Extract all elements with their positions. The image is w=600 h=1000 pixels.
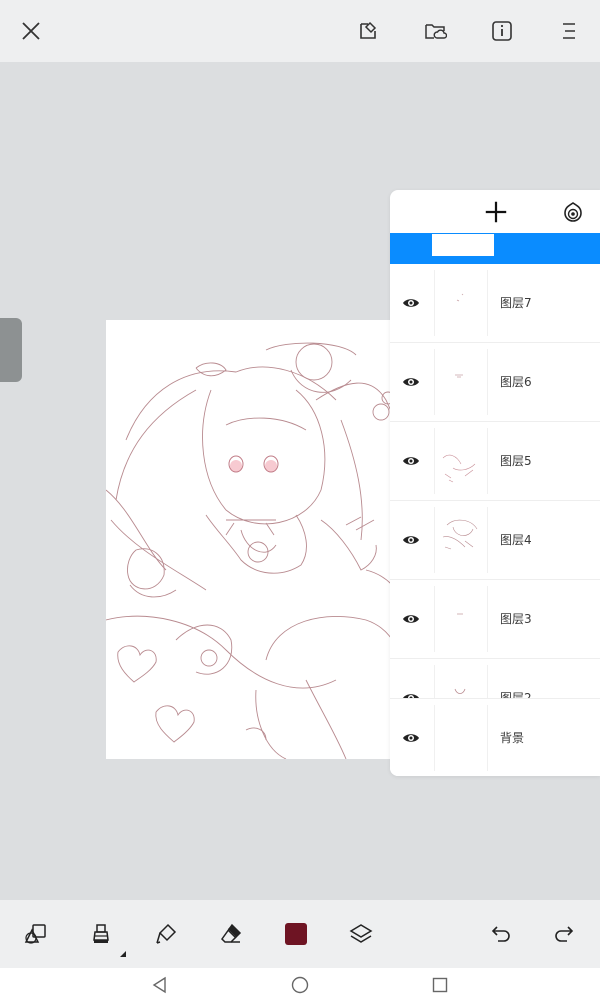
eye-icon[interactable] [402,689,420,698]
add-layer-button[interactable] [482,198,510,226]
color-swatch[interactable] [285,923,307,945]
canvas-edit-icon [360,21,377,39]
menu-icon [563,23,575,39]
brush-options-indicator [120,951,126,957]
layer-thumbnail [434,586,488,652]
layer-row-2[interactable]: 图层2 [390,659,600,698]
eye-icon[interactable] [402,452,420,470]
layer-mode-icon[interactable] [561,200,585,224]
layer-name: 图层5 [500,454,532,468]
layer-thumbnail [434,665,488,698]
selected-layer-row[interactable] [390,233,600,264]
info-icon [492,21,512,41]
layer-thumbnail [434,507,488,573]
layer-name: 背景 [500,731,525,745]
menu-button[interactable] [551,13,587,49]
layer-row-4[interactable]: 图层4 [390,501,600,580]
eraser-icon [221,923,242,943]
home-icon[interactable] [290,975,310,995]
layer-thumbnail [434,270,488,336]
undo-icon [491,926,510,942]
eye-icon[interactable] [402,729,420,747]
layer-thumbnail [432,234,494,256]
info-button[interactable] [484,13,520,49]
back-icon[interactable] [150,975,170,995]
layer-thumbnail [434,705,488,771]
redo-button[interactable] [551,921,577,947]
system-nav-bar [0,968,600,1000]
lineart-drawing [106,342,406,759]
top-bar [0,0,600,62]
plus-icon [485,201,507,223]
shapes-icon [24,924,46,944]
side-panel-handle[interactable] [0,318,22,382]
eye-icon[interactable] [402,294,420,312]
close-button[interactable] [13,13,49,49]
layers-panel-header [390,190,600,233]
close-icon [22,22,40,40]
layer-name: 图层6 [500,375,532,389]
layer-thumbnail [434,349,488,415]
fill-icon [156,923,177,944]
fill-tool-button[interactable] [153,921,179,947]
brush-tool-button[interactable] [88,921,114,947]
layer-name: 图层4 [500,533,532,547]
layer-row-5[interactable]: 图层5 [390,422,600,501]
layer-list[interactable]: 图层7 图层6 图层5 图层4 图层3 图层2 [390,264,600,698]
eye-icon[interactable] [402,531,420,549]
layers-icon [349,924,373,943]
layers-tool-button[interactable] [348,921,374,947]
eye-icon[interactable] [402,610,420,628]
layer-name: 图层3 [500,612,532,626]
cloud-folder-button[interactable] [417,13,453,49]
redo-icon [555,926,574,942]
layer-name: 图层2 [500,691,532,698]
undo-button[interactable] [488,921,514,947]
eraser-tool-button[interactable] [218,921,244,947]
layers-panel: 图层7 图层6 图层5 图层4 图层3 图层2 背景 [390,190,600,776]
layer-row-6[interactable]: 图层6 [390,343,600,422]
drawing-canvas[interactable] [106,320,406,759]
recents-icon[interactable] [430,975,450,995]
layer-row-3[interactable]: 图层3 [390,580,600,659]
layer-row-7[interactable]: 图层7 [390,264,600,343]
cloud-folder-icon [425,24,447,39]
canvas-edit-button[interactable] [350,13,386,49]
shapes-tool-button[interactable] [23,921,49,947]
layer-thumbnail [434,428,488,494]
layer-row-background[interactable]: 背景 [390,698,600,776]
eye-icon[interactable] [402,373,420,391]
layer-name: 图层7 [500,296,532,310]
brush-icon [93,924,109,943]
